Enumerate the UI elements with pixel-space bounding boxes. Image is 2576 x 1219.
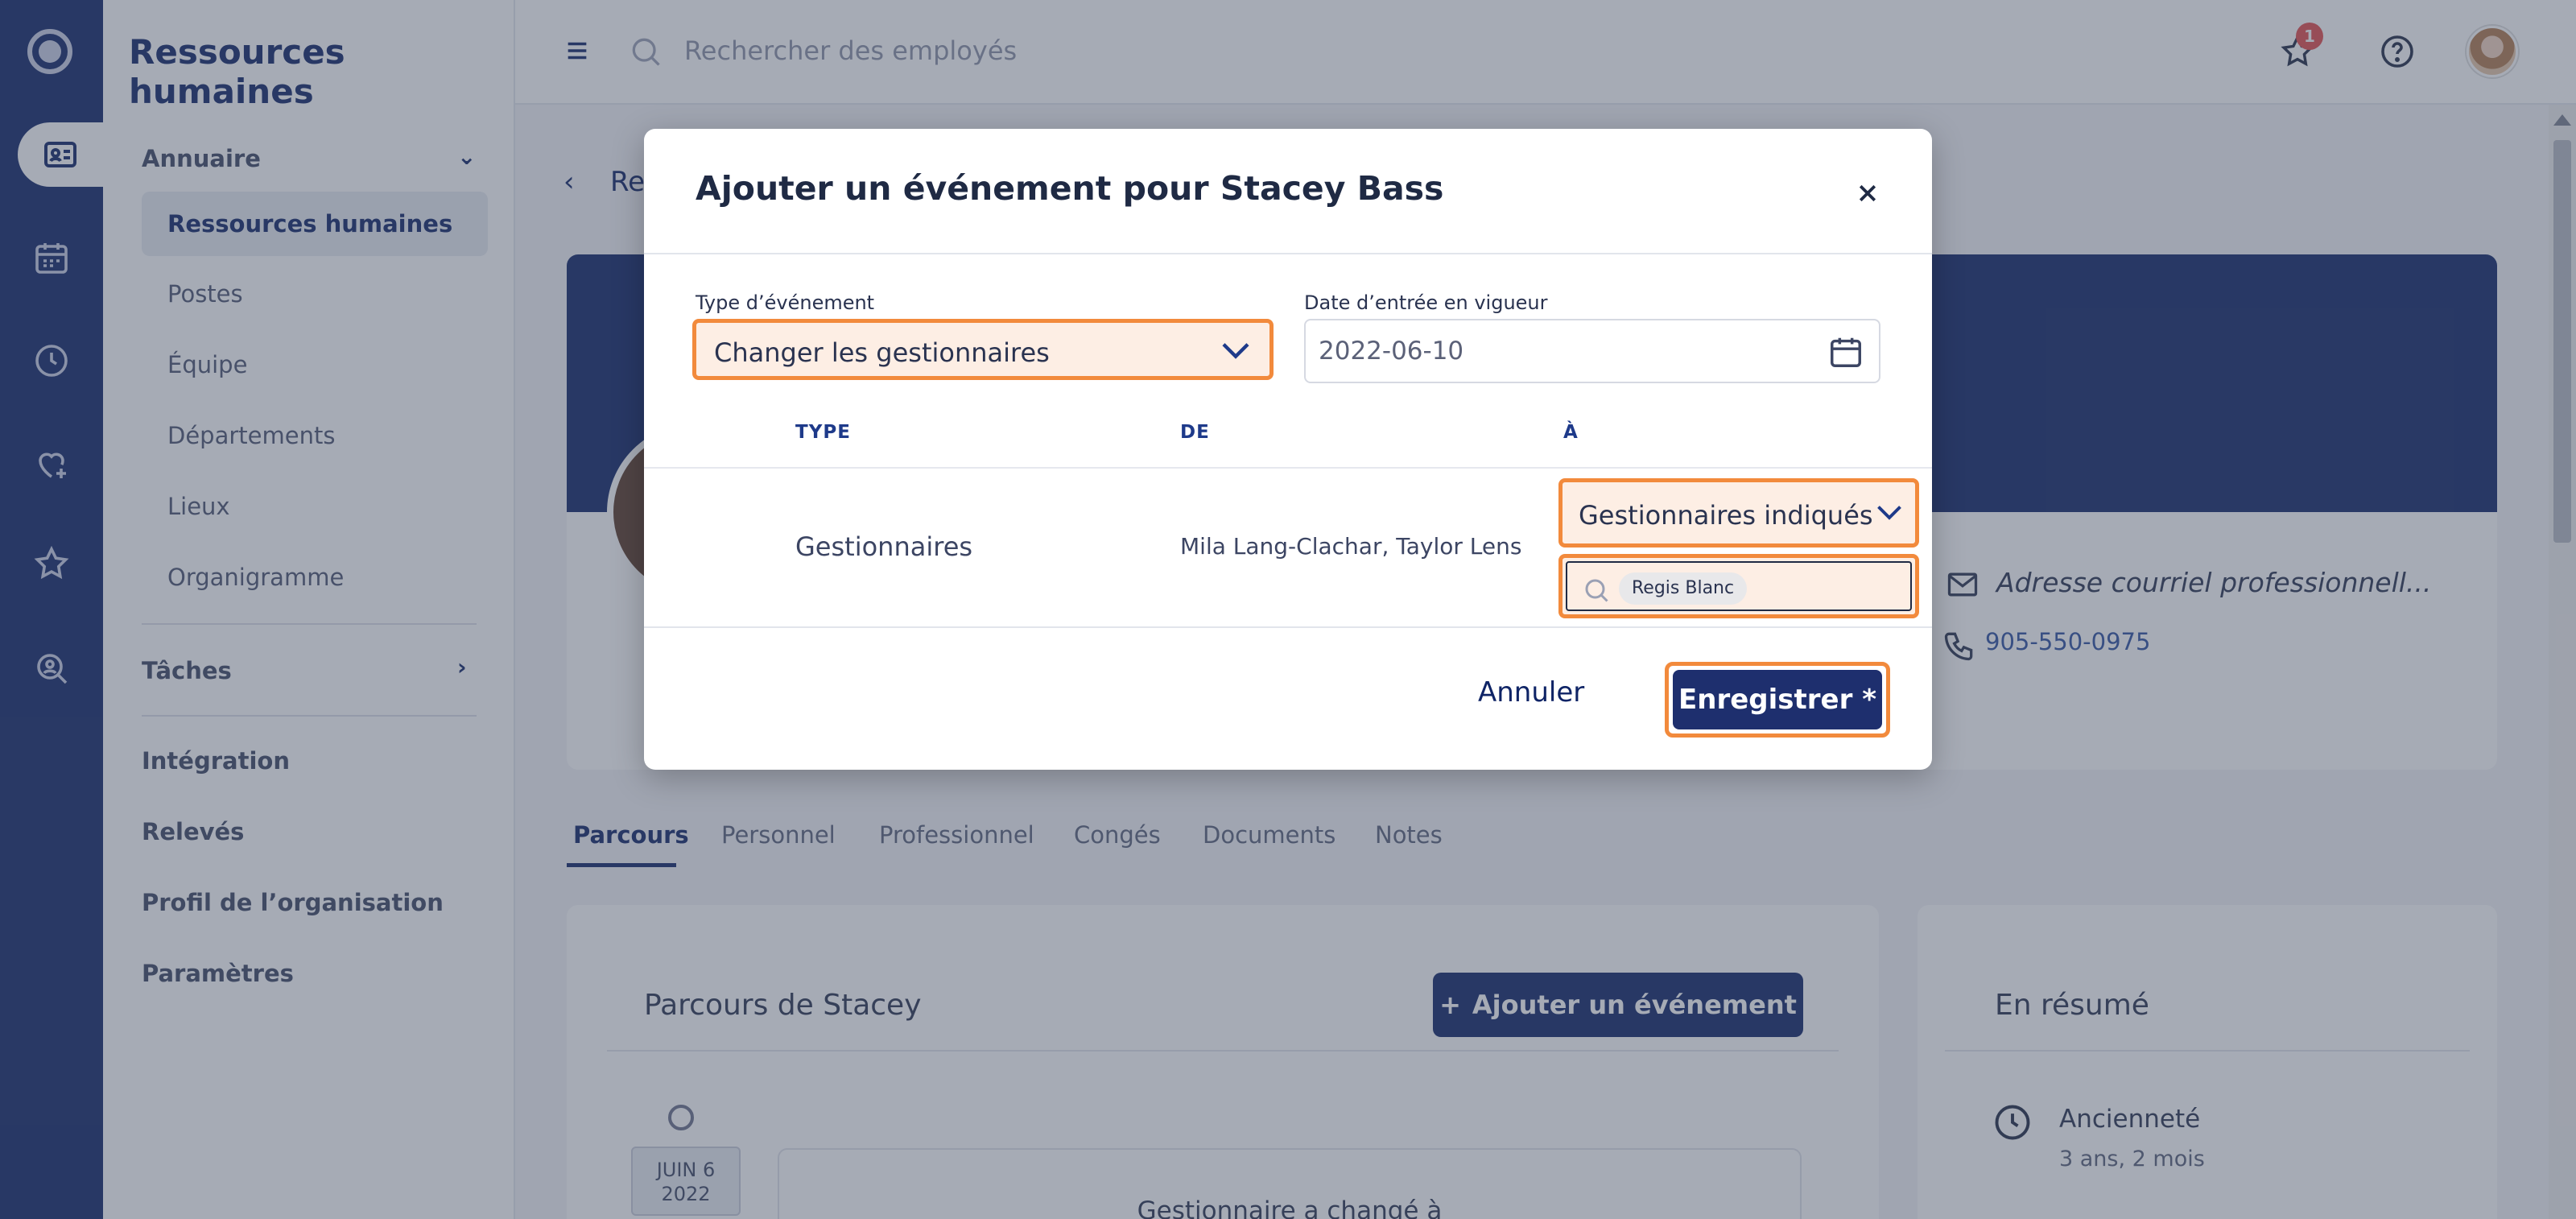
row-from: Mila Lang-Clachar, Taylor Lens [1180, 533, 1522, 560]
effective-date-value: 2022-06-10 [1319, 337, 1464, 366]
table-header-divider [644, 467, 1932, 469]
close-icon[interactable] [1848, 174, 1887, 213]
row-type: Gestionnaires [795, 531, 973, 562]
column-header-to: À [1563, 422, 1579, 443]
save-button[interactable]: Enregistrer * [1673, 670, 1882, 729]
chevron-down-icon [1875, 502, 1904, 527]
calendar-icon[interactable] [1827, 333, 1864, 374]
modal-title: Ajouter un événement pour Stacey Bass [696, 169, 1444, 208]
to-managers-value: Gestionnaires indiqués [1579, 500, 1873, 531]
column-header-from: DE [1180, 422, 1210, 443]
modal-footer-divider [644, 626, 1932, 628]
manager-search-field[interactable]: Regis Blanc [1558, 554, 1919, 618]
event-type-select[interactable]: Changer les gestionnaires [692, 319, 1274, 380]
event-type-value: Changer les gestionnaires [714, 337, 1050, 368]
add-event-modal: Ajouter un événement pour Stacey Bass Ty… [644, 129, 1932, 770]
search-icon [1582, 576, 1611, 608]
effective-date-input[interactable]: 2022-06-10 [1304, 319, 1880, 383]
effective-date-label: Date d’entrée en vigueur [1304, 291, 1548, 314]
chevron-down-icon [1220, 339, 1252, 366]
manager-chip[interactable]: Regis Blanc [1619, 572, 1748, 605]
to-managers-select[interactable]: Gestionnaires indiqués [1558, 478, 1919, 548]
cancel-button[interactable]: Annuler [1478, 676, 1584, 709]
save-button-highlight: Enregistrer * [1665, 662, 1890, 738]
manager-search-input[interactable]: Regis Blanc [1566, 561, 1912, 611]
modal-header-divider [644, 253, 1932, 254]
column-header-type: TYPE [795, 422, 851, 443]
event-type-label: Type d’événement [696, 291, 875, 314]
